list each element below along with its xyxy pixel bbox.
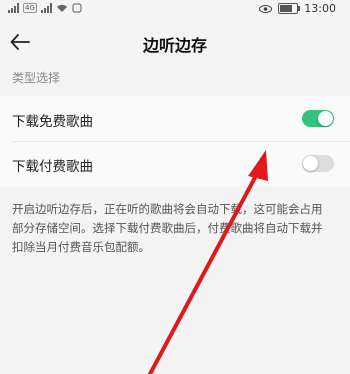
status-left: 4G <box>8 3 82 13</box>
status-time: 13:00 <box>304 2 336 15</box>
toggle-label-paid: 下载付费歌曲 <box>12 159 93 175</box>
battery-fill <box>280 5 293 12</box>
toggle-paid-songs[interactable] <box>302 155 334 172</box>
eye-icon <box>259 4 273 13</box>
notification-icon <box>72 3 82 13</box>
toggle-row-free: 下载免费歌曲 <box>0 96 350 142</box>
status-bar: 4G 13:00 <box>0 0 350 20</box>
wifi-icon <box>56 4 67 12</box>
toggle-free-songs[interactable] <box>302 110 334 127</box>
toggle-card: 下载免费歌曲 下载付费歌曲 <box>0 96 350 186</box>
header: 边听边存 <box>0 22 350 62</box>
signal-icon <box>8 3 19 13</box>
status-right: 13:00 <box>259 2 336 15</box>
description-text: 开启边听边存后，正在听的歌曲将会自动下载，这可能会占用部分存储空间。选择下载付费… <box>12 202 323 254</box>
battery-icon <box>278 3 301 14</box>
toggle-label-free: 下载免费歌曲 <box>12 114 93 130</box>
toggle-knob <box>303 156 318 171</box>
signal-icon-2 <box>40 3 52 13</box>
toggle-row-paid: 下载付费歌曲 <box>0 141 350 186</box>
section-label: 类型选择 <box>12 71 61 85</box>
network-badge: 4G <box>23 3 37 13</box>
page-title: 边听边存 <box>142 36 207 55</box>
toggle-knob <box>318 111 333 126</box>
